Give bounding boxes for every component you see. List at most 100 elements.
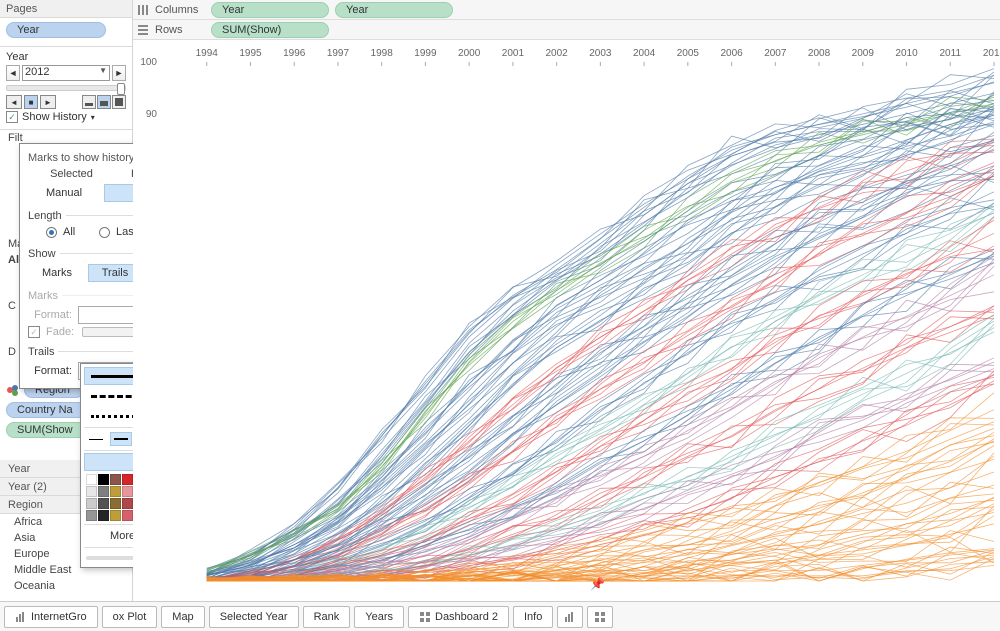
color-swatch[interactable] bbox=[98, 486, 109, 497]
year-slider[interactable] bbox=[6, 85, 126, 91]
color-swatch[interactable] bbox=[86, 474, 97, 485]
svg-text:2005: 2005 bbox=[677, 48, 700, 59]
color-swatch[interactable] bbox=[122, 498, 133, 509]
opt-manual[interactable]: Manual bbox=[46, 187, 96, 199]
opt-selected[interactable]: Selected bbox=[37, 168, 107, 180]
svg-text:90: 90 bbox=[146, 109, 158, 120]
show-label: Show bbox=[28, 248, 56, 260]
svg-text:2009: 2009 bbox=[852, 48, 875, 59]
columns-shelf[interactable]: Columns Year Year bbox=[133, 0, 1000, 20]
show-history-checkbox[interactable]: ✓ bbox=[6, 111, 18, 123]
svg-text:2006: 2006 bbox=[720, 48, 743, 59]
new-worksheet-button[interactable] bbox=[557, 606, 583, 628]
svg-text:2001: 2001 bbox=[502, 48, 525, 59]
tab-info[interactable]: Info bbox=[513, 606, 553, 628]
weight-1[interactable] bbox=[85, 432, 107, 446]
rows-shelf[interactable]: Rows SUM(Show) bbox=[133, 20, 1000, 40]
speed-1[interactable] bbox=[82, 95, 96, 109]
play-back-button[interactable]: ◄ bbox=[6, 95, 22, 109]
tab-label: InternetGro bbox=[31, 611, 87, 623]
tab-label: Years bbox=[365, 611, 393, 623]
tab-rank[interactable]: Rank bbox=[303, 606, 351, 628]
color-swatch[interactable] bbox=[86, 486, 97, 497]
svg-text:1997: 1997 bbox=[327, 48, 350, 59]
pill-year-1[interactable]: Year bbox=[211, 2, 329, 18]
chart-viewport[interactable]: 1994199519961997199819992000200120022003… bbox=[133, 42, 1000, 601]
svg-text:1995: 1995 bbox=[239, 48, 262, 59]
color-swatch[interactable] bbox=[98, 474, 109, 485]
fade-label: Fade: bbox=[46, 326, 76, 338]
color-swatch[interactable] bbox=[110, 486, 121, 497]
color-swatch[interactable] bbox=[86, 510, 97, 521]
speed-3[interactable] bbox=[112, 95, 126, 109]
year-slider-thumb[interactable] bbox=[117, 83, 125, 95]
color-swatch[interactable] bbox=[122, 474, 133, 485]
pages-header: Pages bbox=[0, 0, 132, 18]
rows-label: Rows bbox=[155, 24, 205, 36]
tab-years[interactable]: Years bbox=[354, 606, 404, 628]
year-prev-button[interactable]: ◄ bbox=[6, 65, 20, 81]
popup-title: Marks to show history for bbox=[28, 152, 150, 164]
play-pause-button[interactable]: ■ bbox=[24, 95, 38, 109]
show-history-label: Show History bbox=[22, 111, 87, 123]
color-swatch[interactable] bbox=[110, 474, 121, 485]
color-swatch[interactable] bbox=[86, 498, 97, 509]
svg-text:1996: 1996 bbox=[283, 48, 306, 59]
columns-icon bbox=[137, 4, 149, 16]
worksheet-tabs: InternetGro ox Plot Map Selected Year Ra… bbox=[0, 601, 1000, 631]
columns-label: Columns bbox=[155, 4, 205, 16]
trails-section-label: Trails bbox=[28, 346, 54, 358]
show-history-toggle[interactable]: ✓ Show History ▾ bbox=[6, 109, 126, 125]
year-select[interactable]: 2012 ▼ bbox=[22, 65, 110, 81]
worksheet-icon bbox=[564, 611, 576, 623]
chart-svg: 1994199519961997199819992000200120022003… bbox=[133, 42, 1000, 601]
tab-label: Selected Year bbox=[220, 611, 288, 623]
color-swatch[interactable] bbox=[110, 510, 121, 521]
year-value: 2012 bbox=[25, 66, 49, 78]
length-label: Length bbox=[28, 210, 62, 222]
svg-text:100: 100 bbox=[140, 57, 157, 68]
sumshow-pill[interactable]: SUM(Show bbox=[6, 422, 86, 438]
region-item[interactable]: Oceania bbox=[0, 578, 132, 594]
new-dashboard-button[interactable] bbox=[587, 606, 613, 628]
play-fwd-button[interactable]: ► bbox=[40, 95, 56, 109]
color-swatch[interactable] bbox=[122, 510, 133, 521]
color-swatch[interactable] bbox=[110, 498, 121, 509]
tab-label: Info bbox=[524, 611, 542, 623]
pin-icon[interactable]: 📌 bbox=[590, 577, 605, 591]
year-next-button[interactable]: ► bbox=[112, 65, 126, 81]
svg-text:2011: 2011 bbox=[940, 48, 962, 59]
color-legend-icon bbox=[6, 383, 20, 397]
pages-pill-year[interactable]: Year bbox=[6, 22, 106, 38]
tab-label: ox Plot bbox=[113, 611, 147, 623]
year-label: Year bbox=[6, 51, 126, 63]
pill-sum-show[interactable]: SUM(Show) bbox=[211, 22, 329, 38]
length-last-radio[interactable] bbox=[99, 227, 110, 238]
color-swatch[interactable] bbox=[122, 486, 133, 497]
svg-text:2007: 2007 bbox=[764, 48, 787, 59]
svg-text:2010: 2010 bbox=[895, 48, 918, 59]
weight-2[interactable] bbox=[110, 432, 132, 446]
tab-internetgro[interactable]: InternetGro bbox=[4, 606, 98, 628]
color-swatch[interactable] bbox=[98, 498, 109, 509]
svg-text:1998: 1998 bbox=[371, 48, 394, 59]
speed-2[interactable] bbox=[97, 95, 111, 109]
tab-selected-year[interactable]: Selected Year bbox=[209, 606, 299, 628]
svg-text:2004: 2004 bbox=[633, 48, 656, 59]
marks-section-label: Marks bbox=[28, 290, 58, 302]
length-all-radio[interactable] bbox=[46, 227, 57, 238]
pill-year-2[interactable]: Year bbox=[335, 2, 453, 18]
rows-icon bbox=[137, 24, 149, 36]
tab-dashboard2[interactable]: Dashboard 2 bbox=[408, 606, 509, 628]
show-marks-seg[interactable]: Marks bbox=[30, 264, 84, 282]
country-pill[interactable]: Country Na bbox=[6, 402, 86, 418]
tab-label: Dashboard 2 bbox=[435, 611, 498, 623]
color-swatch[interactable] bbox=[98, 510, 109, 521]
tab-oxplot[interactable]: ox Plot bbox=[102, 606, 158, 628]
svg-text:2000: 2000 bbox=[458, 48, 481, 59]
tab-map[interactable]: Map bbox=[161, 606, 204, 628]
dashboard-icon bbox=[419, 611, 431, 623]
trails-format-label: Format: bbox=[28, 365, 72, 377]
worksheet-icon bbox=[15, 611, 27, 623]
fade-checkbox: ✓ bbox=[28, 326, 40, 338]
